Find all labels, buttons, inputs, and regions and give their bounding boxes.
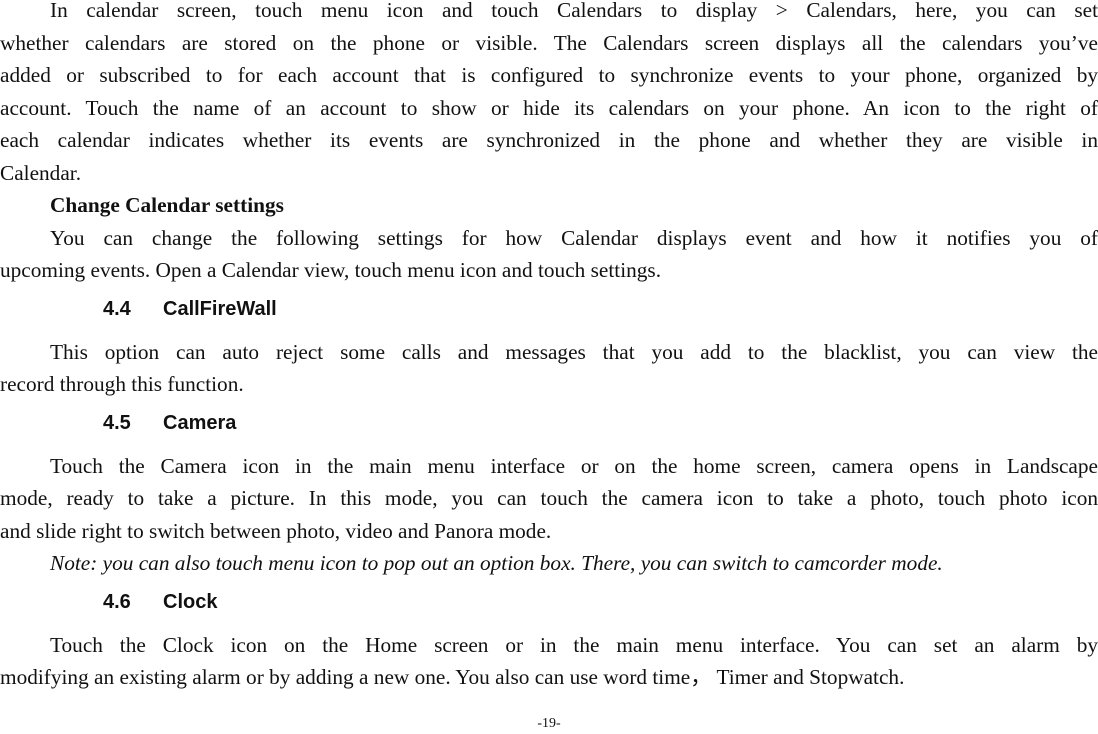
section-heading-clock: 4.6 Clock [103, 590, 217, 614]
paragraph-clock-line-2: modifying an existing alarm or by adding… [0, 665, 905, 689]
section-title: Clock [163, 591, 218, 613]
page-number: -19- [537, 716, 561, 731]
section-heading-camera: 4.5 Camera [103, 411, 236, 435]
paragraph-calendars-line-6: Calendar. [0, 161, 82, 185]
subheading-change-calendar-settings: Change Calendar settings [50, 193, 284, 217]
camera-note: Note: you can also touch menu icon to po… [50, 551, 943, 575]
section-number: 4.6 [103, 591, 131, 613]
paragraph-camera-line-3: and slide right to switch between photo,… [0, 519, 552, 543]
section-number: 4.5 [103, 412, 131, 434]
paragraph-calendars-line-5: each calendar indicates whether its even… [0, 128, 1098, 152]
paragraph-camera-line-2: mode, ready to take a picture. In this m… [0, 486, 1098, 510]
section-heading-callfirewall: 4.4 CallFireWall [103, 297, 277, 321]
paragraph-change-calendar-line-1: You can change the following settings fo… [50, 226, 1098, 250]
section-title: Camera [163, 412, 237, 434]
paragraph-change-calendar-line-2: upcoming events. Open a Calendar view, t… [0, 258, 662, 282]
paragraph-calendars-line-4: account. Touch the name of an account to… [0, 96, 1098, 120]
paragraph-camera-line-1: Touch the Camera icon in the main menu i… [50, 454, 1098, 478]
paragraph-calendars-line-1: In calendar screen, touch menu icon and … [50, 0, 1098, 22]
section-number: 4.4 [103, 298, 131, 320]
paragraph-clock-line-1: Touch the Clock icon on the Home screen … [50, 633, 1098, 657]
section-title: CallFireWall [163, 298, 277, 320]
paragraph-calendars-line-3: added or subscribed to for each account … [0, 63, 1098, 87]
paragraph-calendars-line-2: whether calendars are stored on the phon… [0, 31, 1098, 55]
paragraph-callfirewall-line-2: record through this function. [0, 372, 244, 396]
paragraph-callfirewall-line-1: This option can auto reject some calls a… [50, 340, 1098, 364]
